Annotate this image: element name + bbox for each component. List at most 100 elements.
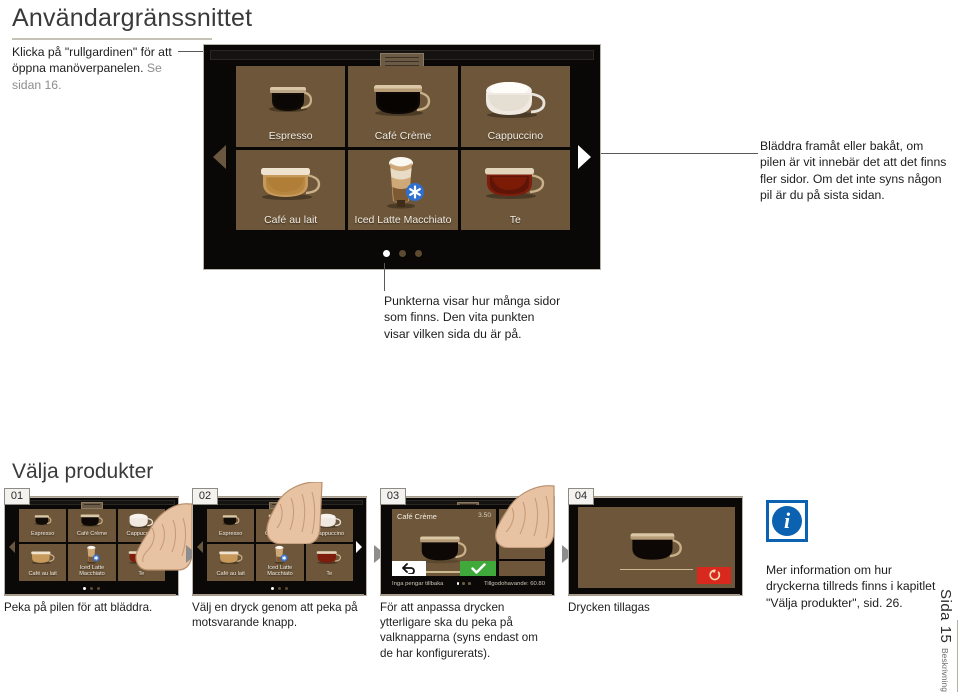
product-tile-cafe-au-lait[interactable]: Café au lait [207, 543, 255, 581]
roller-blind-bar[interactable] [210, 50, 594, 68]
product-label: Cappuccino [126, 531, 157, 538]
step-caption: Välj en dryck genom att peka på motsvara… [192, 601, 358, 630]
detail-status-bar: Inga pengar tillbaka Tillgodohavande: 60… [392, 578, 545, 589]
product-tile-te[interactable]: Te [305, 543, 353, 581]
caption-rule [380, 594, 552, 596]
detail-confirm-button[interactable] [460, 561, 496, 576]
page-prev-arrow[interactable] [213, 145, 226, 169]
detail-back-button[interactable] [392, 561, 426, 576]
option-button[interactable] [499, 543, 545, 559]
page-dot[interactable] [462, 582, 465, 585]
product-tile-te[interactable]: Te [460, 149, 570, 230]
product-tile-cafe-creme[interactable]: Café Crème [256, 509, 304, 542]
step-screen-brewing [568, 497, 743, 596]
page-dot[interactable] [89, 586, 94, 590]
page-dot-active[interactable] [456, 582, 460, 585]
brewing-baseline [620, 568, 693, 570]
product-label: Cappuccino [314, 531, 345, 538]
page-dot[interactable] [414, 250, 422, 257]
page-prev-arrow[interactable] [9, 540, 15, 553]
information-icon: i [766, 500, 808, 542]
page-dot[interactable] [398, 250, 406, 257]
roller-blind-handle[interactable] [268, 502, 291, 509]
page-next-arrow[interactable] [356, 540, 362, 553]
roller-blind-handle[interactable] [80, 502, 103, 509]
iced-latte-macchiato-glass-icon [68, 544, 115, 565]
step-caption: För att anpassa drycken ytterligare ska … [380, 601, 538, 660]
stop-brewing-button[interactable] [697, 567, 731, 584]
step-caption: Drycken tillagas [568, 601, 650, 614]
iced-latte-macchiato-glass-icon [256, 544, 303, 565]
product-label: Espresso [219, 531, 243, 538]
roller-blind-bar[interactable] [8, 500, 175, 509]
tea-cup-icon [306, 544, 353, 571]
product-tile-cafe-creme[interactable]: Café Crème [348, 66, 458, 147]
product-tile-espresso[interactable]: Espresso [207, 509, 255, 542]
cafe-creme-cup-icon [68, 509, 115, 531]
option-button[interactable] [499, 561, 545, 576]
product-tile-cafe-au-lait[interactable]: Café au lait [236, 149, 346, 230]
step-screen-product-detail: Café Crème 3.50 Inga pengar tillbaka Til… [380, 497, 555, 596]
section-label: Beskrivning [940, 648, 950, 692]
detail-credit-status: Tillgodohavande: 60.80 [483, 580, 545, 587]
page-dot[interactable] [97, 586, 101, 590]
step-number: 01 [4, 488, 30, 505]
note-dots: Punkterna visar hur många sidor som finn… [384, 294, 561, 341]
page-dot[interactable] [277, 586, 282, 590]
cafe-au-lait-cup-icon [207, 544, 254, 571]
product-tile-cafe-au-lait[interactable]: Café au lait [19, 543, 67, 581]
product-tile-espresso[interactable]: Espresso [19, 509, 67, 542]
step-caption: Peka på pilen för att bläddra. [4, 601, 153, 614]
manual-page: Användargränssnittet Klicka på "rullgard… [0, 0, 960, 700]
product-label: Te [138, 570, 145, 577]
product-label: Café au lait [264, 213, 318, 226]
page-dot-active[interactable] [82, 586, 86, 590]
page-prev-arrow[interactable] [197, 540, 203, 553]
product-label: Café au lait [28, 570, 57, 577]
product-tile-cappuccino[interactable]: Cappuccino [117, 509, 165, 542]
product-grid: Espresso Café Crème Cappuccino Café au l… [19, 509, 165, 581]
cafe-au-lait-cup-icon [236, 150, 345, 215]
product-tile-cappuccino[interactable]: Cappuccino [460, 66, 570, 147]
brewing-screen [578, 507, 735, 588]
cafe-creme-cup-icon [256, 509, 303, 531]
product-grid: Espresso Café Crème Cappuccino Café au l… [207, 509, 353, 581]
note-arrows: Bläddra framåt eller bakåt, om pilen är … [760, 139, 947, 203]
detail-option-buttons [499, 509, 545, 576]
iced-latte-macchiato-glass-icon [348, 150, 457, 215]
page-next-arrow[interactable] [168, 540, 174, 553]
product-label: Cappuccino [487, 130, 544, 142]
product-tile-iced-latte-macchiato[interactable]: Iced Latte Macchiato [348, 149, 458, 230]
page-indicator-dots [456, 582, 471, 585]
page-dot[interactable] [467, 582, 471, 585]
product-label: Iced Latte Macchiato [267, 564, 293, 577]
page-indicator-dots [193, 586, 366, 590]
note-info: Mer information om hur dryckerna tillred… [766, 563, 936, 610]
product-tile-te[interactable]: Te [117, 543, 165, 581]
cappuccino-cup-icon [306, 509, 353, 531]
product-label: Espresso [268, 130, 313, 142]
footer-rule [957, 620, 958, 692]
page-next-arrow[interactable] [578, 145, 591, 169]
product-tile-iced-latte-macchiato[interactable]: Iced Latte Macchiato [256, 543, 304, 581]
stop-brewing-icon [708, 569, 720, 581]
page-dot-active[interactable] [382, 250, 390, 257]
product-tile-iced-latte-macchiato[interactable]: Iced Latte Macchiato [68, 543, 116, 581]
page-indicator-dots [204, 250, 600, 257]
product-tile-cafe-creme[interactable]: Café Crème [68, 509, 116, 542]
option-button[interactable] [499, 526, 545, 542]
page-title: Användargränssnittet [12, 4, 253, 32]
detail-change-status: Inga pengar tillbaka [392, 580, 444, 587]
step-screen-product-grid: Espresso Café Crème Cappuccino Café au l… [4, 497, 179, 596]
espresso-cup-icon [19, 509, 66, 531]
page-dot-active[interactable] [270, 586, 274, 590]
roller-blind-bar[interactable] [196, 500, 363, 509]
option-button[interactable] [499, 509, 545, 524]
footer: Sida 15 Beskrivning [936, 589, 954, 692]
product-tile-cappuccino[interactable]: Cappuccino [305, 509, 353, 542]
step-screen-product-grid: Espresso Café Crème Cappuccino Café au l… [192, 497, 367, 596]
product-label: Café Crème [264, 531, 296, 538]
page-dot[interactable] [285, 586, 289, 590]
product-label: Café au lait [216, 570, 245, 577]
product-tile-espresso[interactable]: Espresso [236, 66, 346, 147]
